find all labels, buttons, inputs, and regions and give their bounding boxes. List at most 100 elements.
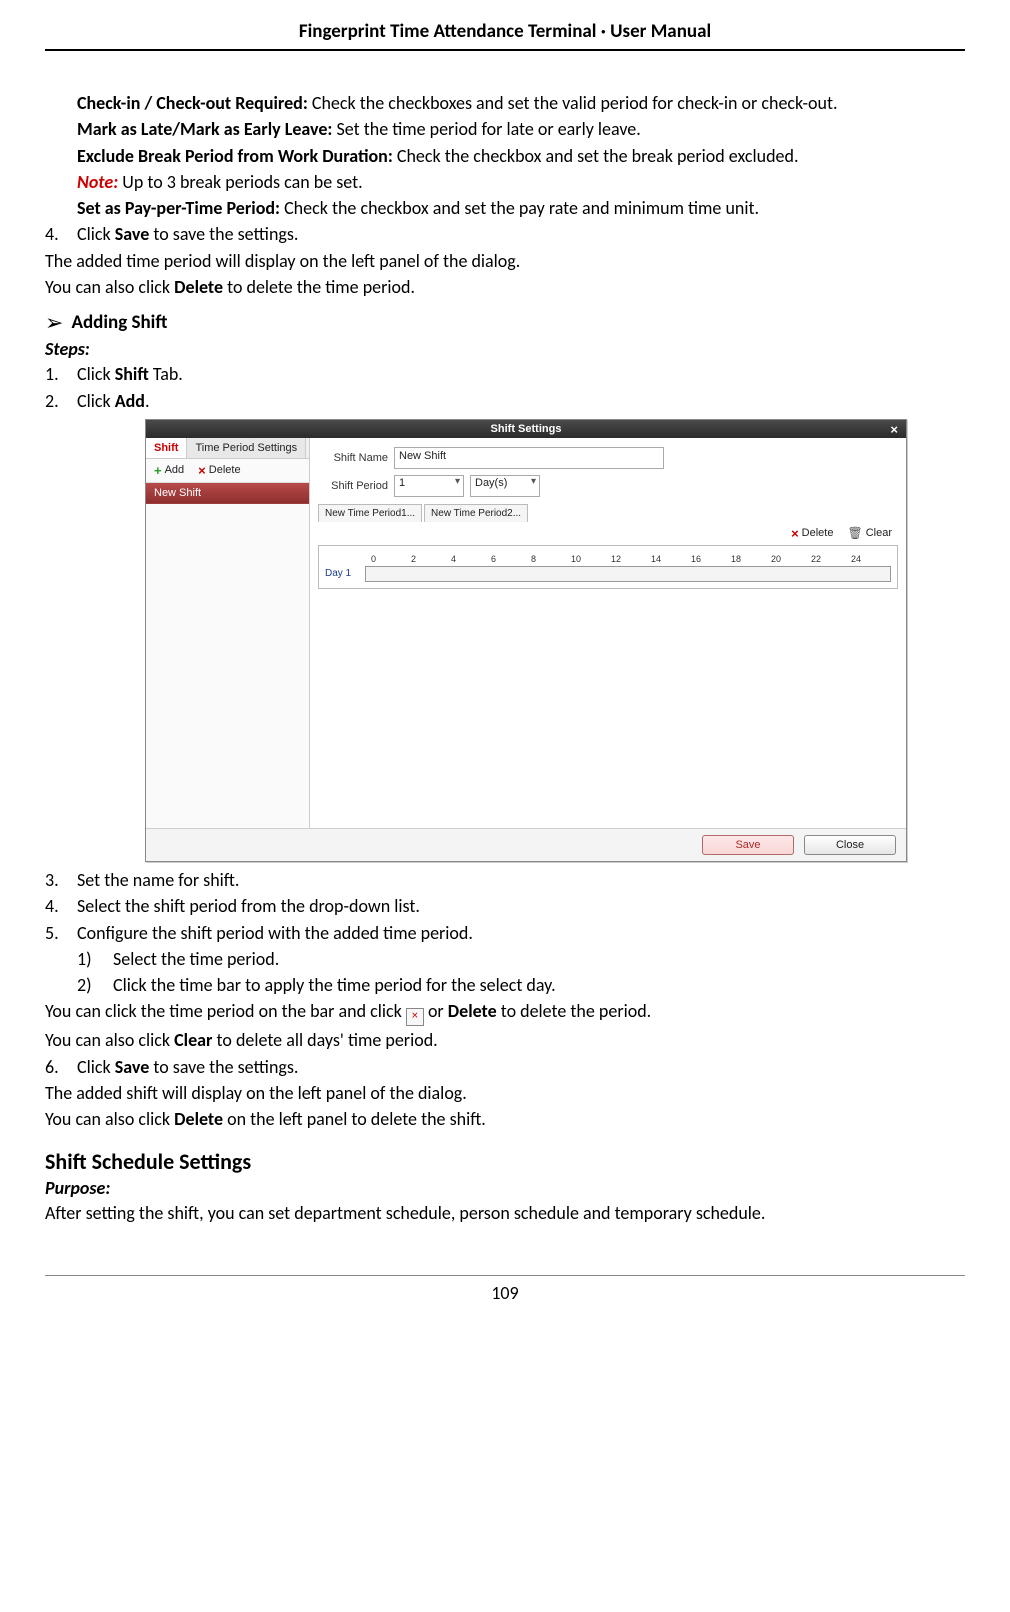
list-step-1: 1. Click Shift Tab. <box>45 362 965 386</box>
s2-a: Click <box>77 390 115 412</box>
scale-tick: 16 <box>691 554 731 564</box>
close-icon[interactable]: × <box>890 422 898 437</box>
s1-a: Click <box>77 363 115 385</box>
scale-tick: 4 <box>451 554 491 564</box>
shift-period-unit-select[interactable]: Day(s) <box>470 475 540 497</box>
s5-extra-1: You can click the time period on the bar… <box>45 999 965 1026</box>
timeline-clear-label: Clear <box>866 527 892 539</box>
s5e2b: Clear <box>174 1029 212 1051</box>
list-step-4b: 4. Select the shift period from the drop… <box>45 894 965 918</box>
step4-line3a: You can also click <box>45 276 174 298</box>
shift-period-value-select[interactable]: 1 <box>394 475 464 497</box>
arrow-icon: ➢ <box>45 309 63 336</box>
s6-b: Save <box>115 1056 150 1078</box>
scale-tick: 12 <box>611 554 651 564</box>
para-pay: Set as Pay-per-Time Period: Check the ch… <box>77 196 965 220</box>
list-num-5: 5. <box>45 921 77 945</box>
sub-num-5-1: 1) <box>77 947 113 971</box>
text-checkin: Check the checkboxes and set the valid p… <box>308 92 838 114</box>
note-label: Note: <box>77 171 118 193</box>
s5e1a: You can click the time period on the bar… <box>45 1000 406 1022</box>
list-step-5: 5. Configure the shift period with the a… <box>45 921 965 945</box>
para-exclude: Exclude Break Period from Work Duration:… <box>77 144 965 168</box>
tab-time-period-settings[interactable]: Time Period Settings <box>187 438 306 458</box>
trash-icon: 🗑 <box>847 526 862 540</box>
steps-label: Steps: <box>45 338 965 360</box>
page-number: 109 <box>45 1275 965 1304</box>
step4-line3c: to delete the time period. <box>223 276 415 298</box>
dialog-titlebar[interactable]: Shift Settings × <box>146 420 906 438</box>
label-late: Mark as Late/Mark as Early Leave: <box>77 118 332 140</box>
shift-name-input[interactable]: New Shift <box>394 447 664 469</box>
purpose-label: Purpose: <box>45 1177 965 1199</box>
s2-b: Add <box>115 390 145 412</box>
list-step-4: 4. Click Save to save the settings. <box>45 222 965 246</box>
scale-tick: 10 <box>571 554 611 564</box>
s5e2a: You can also click <box>45 1029 174 1051</box>
list-num-4b: 4. <box>45 894 77 918</box>
time-period-tab-2[interactable]: New Time Period2... <box>424 504 528 522</box>
s6l3a: You can also click <box>45 1108 174 1130</box>
s1-c: Tab. <box>149 363 183 385</box>
s5e1c: Delete <box>448 1000 497 1022</box>
s1-b: Shift <box>115 363 149 385</box>
scale-tick: 24 <box>851 554 891 564</box>
para-note: Note: Up to 3 break periods can be set. <box>77 170 965 194</box>
timeline-delete-label: Delete <box>802 527 834 539</box>
plus-icon: + <box>154 463 162 478</box>
adding-shift-title: Adding Shift <box>71 311 167 334</box>
close-button[interactable]: Close <box>804 835 896 855</box>
shift-list-item[interactable]: New Shift <box>146 483 309 504</box>
s5e1d: to delete the period. <box>497 1000 652 1022</box>
scale-tick: 6 <box>491 554 531 564</box>
label-exclude: Exclude Break Period from Work Duration: <box>77 145 393 167</box>
step4-text-a: Click <box>77 223 115 245</box>
timeline-bar[interactable] <box>365 566 891 582</box>
list-num-2: 2. <box>45 389 77 413</box>
label-pay: Set as Pay-per-Time Period: <box>77 197 280 219</box>
timeline-scale: 0 2 4 6 8 10 12 14 16 18 20 22 2 <box>371 554 891 564</box>
s5e2c: to delete all days' time period. <box>212 1029 437 1051</box>
time-period-tab-1[interactable]: New Time Period1... <box>318 504 422 522</box>
add-button[interactable]: +Add <box>154 463 184 478</box>
note-text: Up to 3 break periods can be set. <box>118 171 363 193</box>
timeline-clear-button[interactable]: 🗑 Clear <box>847 526 892 541</box>
save-button[interactable]: Save <box>702 835 794 855</box>
text-pay: Check the checkbox and set the pay rate … <box>280 197 759 219</box>
delete-button[interactable]: ×Delete <box>198 463 240 478</box>
scale-tick: 22 <box>811 554 851 564</box>
sub-text-5-2: Click the time bar to apply the time per… <box>113 973 556 997</box>
s6-line3: You can also click Delete on the left pa… <box>45 1107 965 1131</box>
s3-text: Set the name for shift. <box>77 868 965 892</box>
section-adding-shift: ➢ Adding Shift <box>45 309 965 336</box>
scale-tick: 20 <box>771 554 811 564</box>
scale-tick: 8 <box>531 554 571 564</box>
sub-step-5-2: 2) Click the time bar to apply the time … <box>77 973 965 997</box>
s5e1b: or <box>424 1000 448 1022</box>
s6-a: Click <box>77 1056 115 1078</box>
s6l3c: on the left panel to delete the shift. <box>223 1108 486 1130</box>
scale-tick: 0 <box>371 554 411 564</box>
timeline-box: 0 2 4 6 8 10 12 14 16 18 20 22 2 <box>318 545 898 589</box>
dialog-right-panel: Shift Name New Shift Shift Period 1 Day(… <box>310 438 906 828</box>
inline-x-icon: × <box>406 1008 424 1026</box>
s2-c: . <box>145 390 150 412</box>
s6-c: to save the settings. <box>149 1056 298 1078</box>
timeline-delete-button[interactable]: ×Delete <box>791 526 833 541</box>
sub-text-5-1: Select the time period. <box>113 947 279 971</box>
shift-period-label: Shift Period <box>318 480 388 492</box>
para-late: Mark as Late/Mark as Early Leave: Set th… <box>77 117 965 141</box>
sub-step-5-1: 1) Select the time period. <box>77 947 965 971</box>
step4-line2: The added time period will display on th… <box>45 249 965 273</box>
s5-text: Configure the shift period with the adde… <box>77 921 965 945</box>
list-step-3: 3. Set the name for shift. <box>45 868 965 892</box>
scale-tick: 2 <box>411 554 451 564</box>
x-icon: × <box>198 463 206 478</box>
text-exclude: Check the checkbox and set the break per… <box>393 145 799 167</box>
scale-tick: 14 <box>651 554 691 564</box>
tab-shift[interactable]: Shift <box>146 438 187 458</box>
shift-settings-dialog: Shift Settings × Shift Time Period Setti… <box>145 419 907 862</box>
label-checkin: Check-in / Check-out Required: <box>77 92 308 114</box>
purpose-text: After setting the shift, you can set dep… <box>45 1201 965 1225</box>
shift-name-label: Shift Name <box>318 452 388 464</box>
